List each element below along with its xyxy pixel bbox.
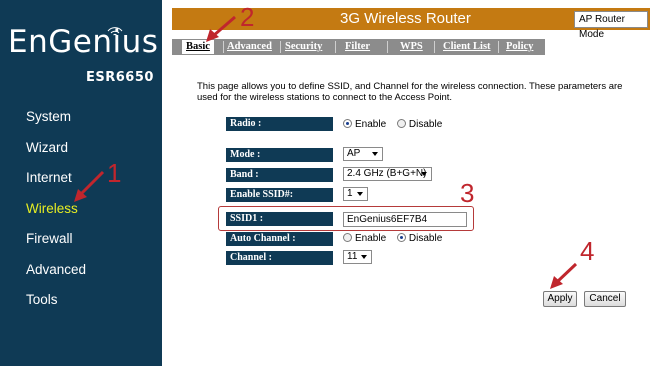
radio-enable-button[interactable] <box>343 119 352 128</box>
annotation-number-3: 3 <box>460 178 475 208</box>
tab-policy[interactable]: Policy <box>506 40 533 54</box>
intro-text: This page allows you to define SSID, and… <box>197 81 623 103</box>
sidebar-item-wireless[interactable]: Wireless <box>26 199 86 230</box>
channel-dropdown[interactable]: 11 <box>343 250 372 264</box>
annotation-number-4: 4 <box>580 236 595 266</box>
cancel-button[interactable]: Cancel <box>584 291 626 307</box>
radio-enable-option[interactable]: Enable <box>343 119 386 130</box>
brand-logo: EnGenius <box>8 24 159 60</box>
tab-client-list[interactable]: Client List <box>443 40 491 54</box>
auto-channel-label: Auto Channel : <box>226 232 333 246</box>
mode-label: Mode : <box>226 148 333 162</box>
model-name: ESR6650 <box>86 70 154 85</box>
sidebar-item-wizard[interactable]: Wizard <box>26 138 86 169</box>
tab-separator <box>280 41 281 53</box>
auto-channel-disable-button[interactable] <box>396 233 406 242</box>
tab-separator <box>223 41 224 53</box>
sidebar-nav: System Wizard Internet Wireless Firewall… <box>26 107 86 321</box>
annotation-arrow-4 <box>550 262 578 289</box>
page-title: 3G Wireless Router <box>340 10 471 27</box>
sidebar-item-internet[interactable]: Internet <box>26 168 86 199</box>
chevron-down-icon <box>357 192 363 196</box>
radio-options: Enable Disable <box>343 119 450 130</box>
sidebar-item-tools[interactable]: Tools <box>26 290 86 321</box>
radio-disable-option[interactable]: Disable <box>396 119 442 130</box>
tab-wps[interactable]: WPS <box>400 40 423 54</box>
mode-select[interactable]: AP Router Mode <box>574 11 648 40</box>
tab-basic[interactable]: Basic <box>182 40 214 54</box>
chevron-down-icon <box>421 172 427 176</box>
auto-channel-disable-option[interactable]: Disable <box>396 233 442 244</box>
radio-label: Radio : <box>226 117 333 131</box>
tab-separator <box>335 41 336 53</box>
ssid1-label: SSID1 : <box>226 212 333 226</box>
tab-separator <box>387 41 388 53</box>
wifi-icon <box>107 27 123 36</box>
sidebar-item-advanced[interactable]: Advanced <box>26 260 86 291</box>
ssid1-input[interactable]: EnGenius6EF7B4 <box>343 212 467 227</box>
sidebar-item-system[interactable]: System <box>26 107 86 138</box>
sidebar-divider <box>162 0 167 366</box>
tab-advanced[interactable]: Advanced <box>227 40 272 54</box>
radio-disable-button[interactable] <box>396 119 406 128</box>
tab-separator <box>498 41 499 53</box>
tab-filter[interactable]: Filter <box>345 40 370 54</box>
band-dropdown[interactable]: 2.4 GHz (B+G+N) <box>343 167 432 181</box>
channel-label: Channel : <box>226 251 333 265</box>
enable-ssid-dropdown[interactable]: 1 <box>343 187 368 201</box>
chevron-down-icon <box>361 255 367 259</box>
annotation-number-1: 1 <box>107 158 122 188</box>
mode-dropdown[interactable]: AP <box>343 147 383 161</box>
chevron-down-icon <box>372 152 378 156</box>
sidebar-item-firewall[interactable]: Firewall <box>26 229 86 260</box>
auto-channel-options: Enable Disable <box>343 233 450 244</box>
annotation-number-2: 2 <box>240 2 255 32</box>
apply-button[interactable]: Apply <box>543 291 577 307</box>
auto-channel-enable-option[interactable]: Enable <box>343 233 386 244</box>
band-label: Band : <box>226 168 333 182</box>
auto-channel-enable-button[interactable] <box>343 233 352 242</box>
router-admin-page: EnGenius ESR6650 System Wizard Internet … <box>0 0 650 366</box>
enable-ssid-label: Enable SSID#: <box>226 188 333 202</box>
tab-security[interactable]: Security <box>285 40 322 54</box>
tab-separator <box>434 41 435 53</box>
